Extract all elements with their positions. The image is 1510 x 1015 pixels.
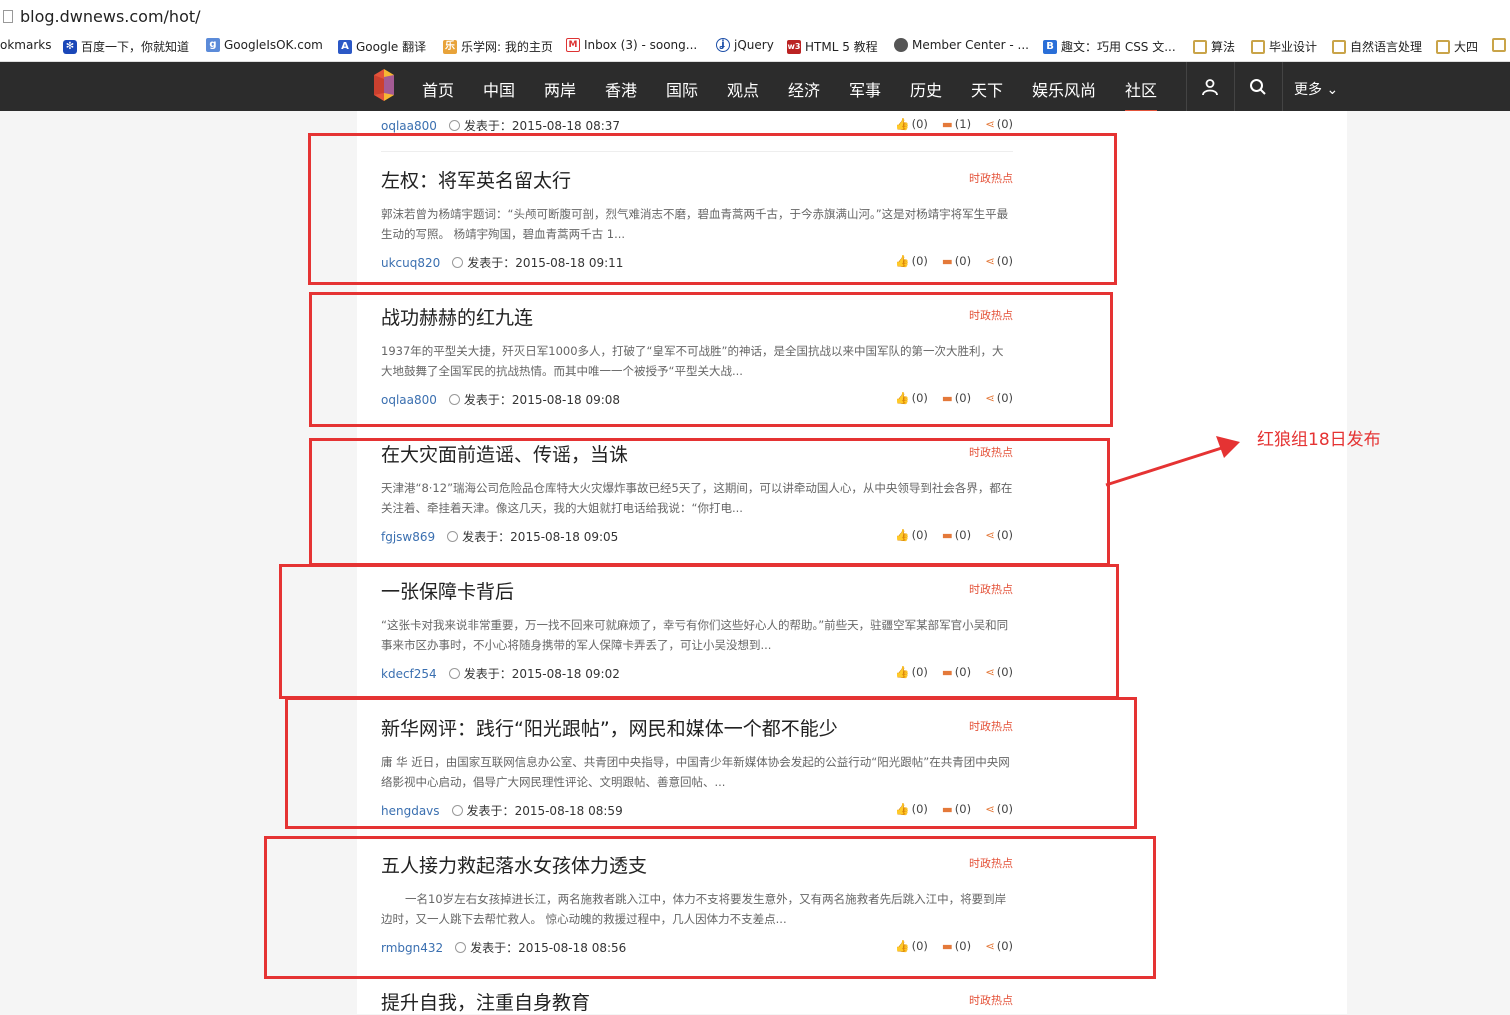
nav-divider bbox=[1282, 62, 1283, 111]
lexue-icon: 乐 bbox=[443, 39, 457, 54]
folder-icon bbox=[1193, 39, 1207, 54]
bookmark-item[interactable]: w3 HTML 5 教程 bbox=[787, 38, 878, 55]
nav-divider bbox=[1234, 62, 1235, 111]
page-icon bbox=[3, 10, 13, 23]
bookmark-folder[interactable]: 毕业设计 bbox=[1251, 38, 1317, 55]
bookmarks-bar: okmarks ✻ 百度一下，你就知道 g GoogleIsOK.com A Goog… bbox=[0, 34, 1510, 62]
apple-icon bbox=[894, 38, 908, 52]
google-icon: g bbox=[206, 38, 220, 52]
url-text[interactable]: blog.dwnews.com/hot/ bbox=[20, 7, 201, 26]
comment-icon: ▬ bbox=[941, 117, 953, 131]
share-icon: ⋖ bbox=[985, 117, 995, 131]
bookmark-folder[interactable]: 自然语言处理 bbox=[1332, 38, 1422, 55]
folder-icon bbox=[1436, 39, 1450, 54]
like-button[interactable]: 👍 (0) bbox=[895, 117, 928, 131]
nav-item-international[interactable]: 国际 bbox=[666, 77, 698, 101]
post-category-tag[interactable]: 时政热点 bbox=[969, 992, 1013, 1008]
bookmark-item[interactable]: ✻ 百度一下，你就知道 bbox=[63, 38, 189, 55]
bookmark-item[interactable]: M Inbox (3) - soong... bbox=[566, 38, 697, 52]
bookmark-item[interactable]: 乐乐学网: 我的主页 bbox=[443, 38, 553, 55]
nav-item-china[interactable]: 中国 bbox=[483, 77, 515, 101]
bookmark-item[interactable]: Member Center - ... bbox=[894, 38, 1029, 52]
post-author-link[interactable]: oqlaa800 bbox=[381, 119, 437, 133]
nav-item-economy[interactable]: 经济 bbox=[788, 77, 820, 101]
annotation-box bbox=[309, 438, 1110, 566]
folder-icon bbox=[1492, 38, 1506, 52]
thumbs-up-icon: 👍 bbox=[895, 117, 910, 131]
nav-item-cross-strait[interactable]: 两岸 bbox=[544, 77, 576, 101]
annotation-label: 红狼组18日发布 bbox=[1257, 430, 1381, 450]
annotation-box bbox=[285, 697, 1137, 829]
post-meta: oqlaa800 发表于：2015-08-18 08:37 👍 (0) ▬ (1) ⋖ (0… bbox=[381, 117, 1013, 133]
annotation-box bbox=[309, 292, 1113, 427]
search-icon[interactable] bbox=[1249, 78, 1267, 101]
clock-icon bbox=[448, 120, 460, 131]
bookmark-item[interactable]: okmarks bbox=[0, 38, 51, 52]
nav-item-community[interactable]: 社区 bbox=[1125, 77, 1158, 112]
nav-divider bbox=[1186, 62, 1187, 111]
jquery-icon: ʝ bbox=[716, 38, 730, 52]
post-title-link[interactable]: 提升自我，注重自身教育 bbox=[381, 988, 590, 1015]
nav-item-history[interactable]: 历史 bbox=[910, 77, 942, 101]
bookmark-item[interactable]: A Google 翻译 bbox=[338, 38, 426, 55]
nav-item-hongkong[interactable]: 香港 bbox=[605, 77, 637, 101]
b-icon: B bbox=[1043, 39, 1057, 54]
nav-item-world[interactable]: 天下 bbox=[971, 77, 1003, 101]
translate-icon: A bbox=[338, 39, 352, 54]
folder-icon bbox=[1332, 39, 1346, 54]
nav-item-entertainment[interactable]: 娱乐风尚 bbox=[1032, 77, 1096, 101]
annotation-arrow-icon bbox=[1105, 436, 1240, 487]
chevron-down-icon: ⌄ bbox=[1326, 82, 1339, 98]
bookmark-item[interactable]: ʝ jQuery bbox=[716, 38, 774, 52]
gmail-icon: M bbox=[566, 38, 580, 52]
address-bar[interactable]: blog.dwnews.com/hot/ bbox=[0, 0, 1510, 35]
nav-item-military[interactable]: 军事 bbox=[849, 77, 881, 101]
user-icon[interactable] bbox=[1201, 78, 1219, 101]
share-button[interactable]: ⋖ (0) bbox=[985, 117, 1013, 131]
annotation-box bbox=[279, 564, 1119, 699]
bookmark-folder[interactable]: 大四 bbox=[1436, 38, 1478, 55]
dwnews-logo-icon[interactable] bbox=[372, 67, 396, 103]
nav-item-home[interactable]: 首页 bbox=[422, 77, 454, 101]
nav-item-opinion[interactable]: 观点 bbox=[727, 77, 759, 101]
folder-icon bbox=[1251, 39, 1265, 54]
annotation-box bbox=[308, 133, 1117, 285]
bookmark-item[interactable]: B 趣文：巧用 CSS 文... bbox=[1043, 38, 1176, 55]
bookmark-folder[interactable] bbox=[1492, 38, 1510, 52]
more-menu-button[interactable]: 更多 ⌄ bbox=[1294, 79, 1338, 99]
bookmark-folder[interactable]: 算法 bbox=[1193, 38, 1235, 55]
annotation-box bbox=[264, 836, 1156, 979]
baidu-icon: ✻ bbox=[63, 39, 77, 54]
comment-button[interactable]: ▬ (1) bbox=[942, 117, 971, 131]
w3school-icon: w3 bbox=[787, 39, 801, 54]
bookmark-item[interactable]: g GoogleIsOK.com bbox=[206, 38, 323, 52]
